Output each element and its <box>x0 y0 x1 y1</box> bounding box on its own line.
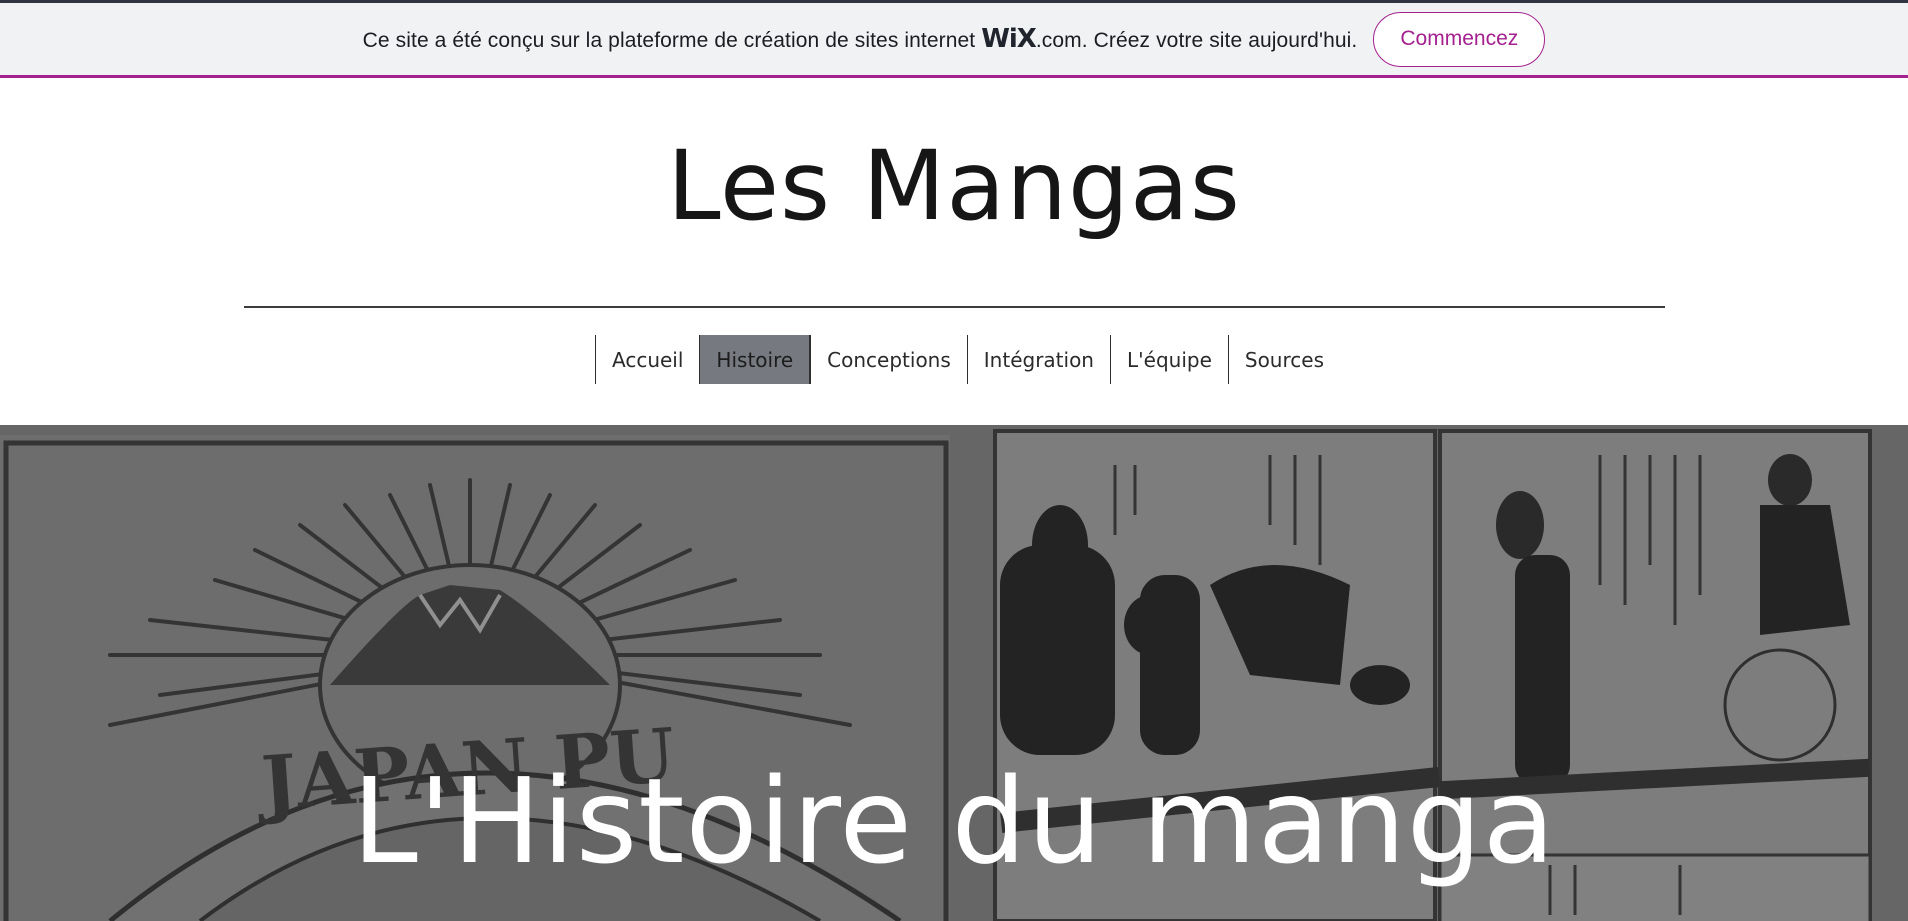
nav-item-histoire[interactable]: Histoire <box>699 335 811 384</box>
wix-promo-banner: Ce site a été conçu sur la plateforme de… <box>0 0 1908 78</box>
wix-logo[interactable]: WiX <box>981 24 1037 54</box>
page: Ce site a été conçu sur la plateforme de… <box>0 0 1908 921</box>
header-divider <box>244 306 1665 308</box>
hero-title: L'Histoire du manga <box>352 752 1556 890</box>
nav-item-sources[interactable]: Sources <box>1227 335 1340 384</box>
main-nav: Accueil Histoire Conceptions Intégration… <box>595 335 1340 384</box>
nav-item-integration[interactable]: Intégration <box>966 335 1110 384</box>
site-title[interactable]: Les Mangas <box>0 138 1908 234</box>
wix-banner-text-before: Ce site a été conçu sur la plateforme de… <box>362 29 976 52</box>
wix-banner-text-after: .com. Créez votre site aujourd'hui. <box>1035 29 1358 52</box>
nav-item-equipe[interactable]: L'équipe <box>1110 335 1228 384</box>
commencez-button[interactable]: Commencez <box>1373 11 1546 67</box>
nav-item-accueil[interactable]: Accueil <box>595 335 699 384</box>
wix-banner-text: Ce site a été conçu sur la plateforme de… <box>363 24 1368 54</box>
nav-item-conceptions[interactable]: Conceptions <box>810 335 967 384</box>
